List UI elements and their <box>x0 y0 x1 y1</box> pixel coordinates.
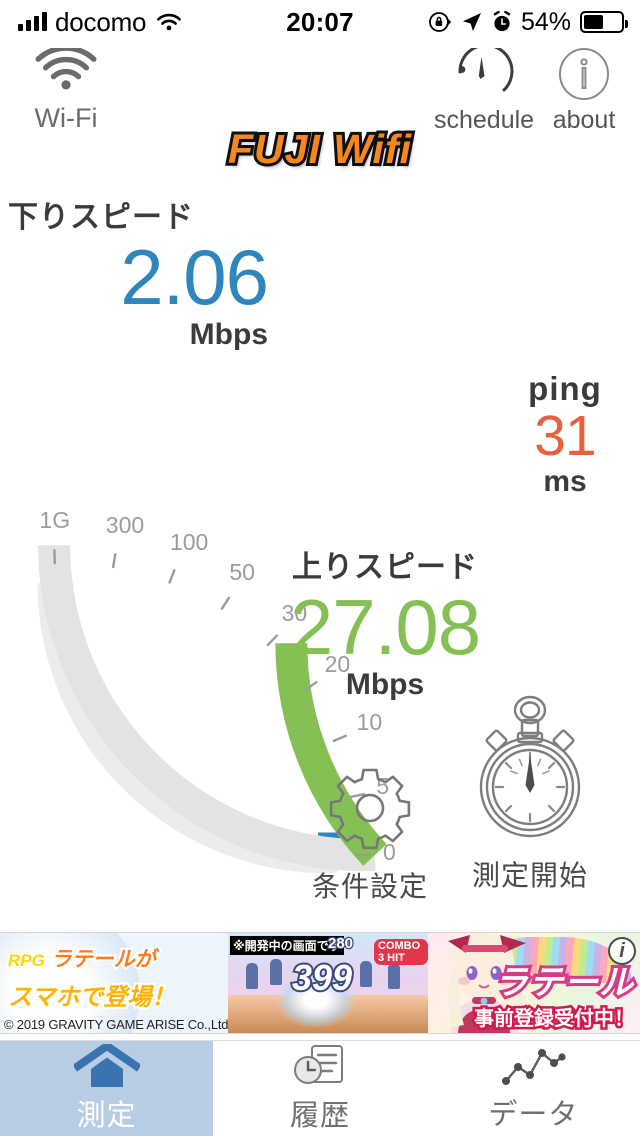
gauge-tick-label: 10 <box>356 709 383 736</box>
ad-development-note: ※開発中の画面です <box>230 936 344 955</box>
line-chart-icon <box>502 1048 566 1085</box>
battery-icon <box>580 11 628 33</box>
upload-readout: 上りスピード 27.08 Mbps <box>255 542 515 702</box>
ad-enemy-figure <box>246 963 258 989</box>
status-bar: docomo 20:07 54% <box>0 0 640 44</box>
gauge-tick-mark <box>332 734 347 743</box>
ad-copyright: © 2019 GRAVITY GAME ARISE Co.,Ltd. All R… <box>4 1017 228 1032</box>
app-logo: FUJI Wifi <box>225 123 414 175</box>
battery-percent: 54% <box>520 7 571 36</box>
bottom-tab-bar: 測定 履歴 データ <box>0 1040 640 1136</box>
stopwatch-icon <box>479 695 581 838</box>
rotation-lock-icon <box>429 12 452 32</box>
start-measure-button[interactable]: 測定開始 <box>460 695 600 894</box>
status-bar-right: 54% <box>428 0 628 44</box>
ad-genre-tag: RPG <box>6 949 46 972</box>
gauge-tick-mark <box>168 569 176 584</box>
ad-enemy-figure <box>360 961 372 987</box>
location-arrow-icon <box>462 13 481 31</box>
download-value: 2.06 <box>120 233 269 321</box>
tab-measure-label: 測定 <box>76 1099 137 1132</box>
gauge-tick-label: 100 <box>169 529 209 556</box>
gauge-tick-label: 1G <box>39 507 71 534</box>
settings-button[interactable]: 条件設定 <box>300 760 440 905</box>
ad-cta-text: 事前登録受付中！ <box>472 1006 637 1033</box>
gauge-tick-mark <box>220 596 231 610</box>
ad-gameplay-panel: ※開発中の画面です 280 COMBO 3 HIT 399 <box>228 933 428 1033</box>
clock-time: 20:07 <box>286 6 354 37</box>
ad-info-icon[interactable]: i <box>608 937 636 965</box>
info-icon <box>559 48 609 100</box>
about-button[interactable]: about <box>536 48 632 135</box>
tab-history-label: 履歴 <box>289 1099 350 1132</box>
ping-unit: ms <box>543 465 587 498</box>
ad-damage-small: 280 <box>327 934 355 954</box>
tab-data[interactable]: データ <box>427 1041 640 1136</box>
gauge-tick-mark <box>112 553 117 569</box>
ad-left-panel: RPG ラテールが スマホで登場！ © 2019 GRAVITY GAME AR… <box>0 933 228 1033</box>
wifi-status-button[interactable]: Wi-Fi <box>12 45 120 134</box>
speedometer-icon <box>458 43 514 92</box>
download-unit: Mbps <box>189 318 268 351</box>
schedule-button[interactable]: schedule <box>434 43 534 135</box>
download-caption: 下りスピード <box>8 201 194 234</box>
gauge-tick-label: 300 <box>105 511 145 538</box>
gauge-tick-label: 50 <box>229 558 255 585</box>
history-icon <box>293 1044 343 1084</box>
tab-measure[interactable]: 測定 <box>0 1041 214 1136</box>
download-readout: 下りスピード 2.06 Mbps <box>8 192 269 352</box>
tab-data-label: データ <box>488 1098 579 1131</box>
settings-label: 条件設定 <box>311 871 428 902</box>
ad-headline-2: スマホで登場！ <box>6 982 177 1013</box>
ping-caption: ping <box>528 370 602 407</box>
upload-value: 27.08 <box>289 583 481 671</box>
upload-caption: 上りスピード <box>292 551 478 584</box>
ad-headline-1-main: ラテールが <box>49 946 158 973</box>
ad-combo-badge: COMBO 3 HIT <box>374 939 428 965</box>
wifi-icon <box>35 45 97 90</box>
advertisement-banner[interactable]: RPG ラテールが スマホで登場！ © 2019 GRAVITY GAME AR… <box>0 932 640 1034</box>
ping-value: 31 <box>534 404 596 468</box>
speedtest-app-screen: docomo 20:07 54% Wi-Fi schedule about FU… <box>0 0 640 1136</box>
ping-readout: ping 31 ms <box>500 370 630 499</box>
home-icon <box>73 1043 140 1087</box>
ad-headline-1: RPG ラテールが <box>6 943 158 973</box>
ad-damage-number: 399 <box>290 955 354 1000</box>
gear-icon <box>329 768 411 850</box>
tab-history[interactable]: 履歴 <box>213 1041 426 1136</box>
header-actions: schedule about <box>434 43 632 135</box>
alarm-clock-icon <box>493 11 511 32</box>
ad-enemy-figure <box>388 963 400 989</box>
start-label: 測定開始 <box>471 860 588 891</box>
